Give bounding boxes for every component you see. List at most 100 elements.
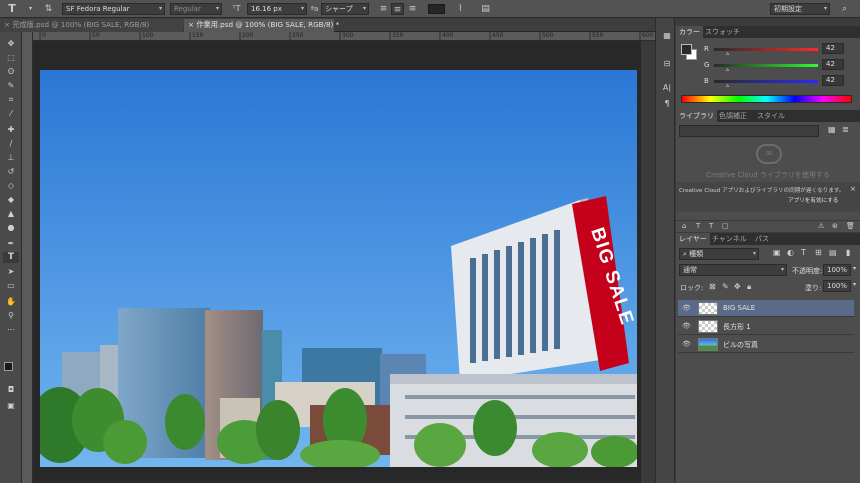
paragraph-panel-icon[interactable]: ¶ — [659, 98, 675, 109]
library-graphic-icon[interactable]: ▢ — [722, 222, 729, 230]
lock-transparency-icon[interactable]: ⊠ — [709, 282, 716, 291]
rectangle-tool-icon[interactable]: ▭ — [3, 280, 19, 291]
font-family-dropdown[interactable]: SF Fedora Regular ▾ — [62, 3, 165, 15]
character-panel-icon[interactable]: ▤ — [479, 3, 492, 15]
value-g[interactable]: 42 — [822, 59, 844, 70]
document-canvas[interactable]: BIG SALE — [40, 70, 637, 467]
lasso-tool-icon[interactable]: ʘ — [3, 66, 19, 77]
tab-color[interactable]: カラー — [676, 26, 703, 38]
grid-view-icon[interactable]: ▦ — [828, 125, 836, 134]
slider-thumb-icon[interactable]: ▵ — [726, 66, 729, 73]
sync-icon[interactable]: ⊛ — [832, 222, 838, 230]
value-b[interactable]: 42 — [822, 75, 844, 86]
foreground-color-swatch[interactable] — [681, 44, 692, 55]
move-tool-icon[interactable]: ✥ — [3, 38, 19, 49]
tab-adjustments[interactable]: 色調補正 — [716, 110, 750, 122]
clone-stamp-tool-icon[interactable]: ⊥ — [3, 152, 19, 163]
history-panel-icon[interactable]: ▦ — [659, 30, 675, 41]
pen-tool-icon[interactable]: ✒ — [3, 238, 19, 249]
vertical-scrollbar[interactable] — [641, 41, 655, 483]
workspace-dropdown[interactable]: 初期設定 ▾ — [770, 3, 830, 15]
visibility-eye-icon[interactable]: 👁︎ — [682, 340, 691, 349]
library-text-icon[interactable]: T — [696, 222, 700, 230]
healing-brush-tool-icon[interactable]: ✚ — [3, 124, 19, 135]
fill-field[interactable]: 100% — [823, 280, 851, 292]
antialias-dropdown[interactable]: シャープ ▾ — [321, 3, 369, 15]
tab-layers[interactable]: レイヤー — [676, 233, 710, 245]
marquee-tool-icon[interactable]: ⬚ — [3, 52, 19, 63]
slider-b[interactable] — [714, 80, 818, 83]
dodge-tool-icon[interactable]: ● — [3, 222, 19, 233]
eraser-tool-icon[interactable]: ◇ — [3, 180, 19, 191]
zoom-tool-icon[interactable]: ⚲ — [3, 310, 19, 321]
tab-paths[interactable]: パス — [752, 233, 772, 245]
canvas-area[interactable]: BIG SALE — [33, 41, 641, 483]
library-dropdown[interactable] — [679, 125, 819, 137]
filter-toggle-icon[interactable]: ▮ — [846, 248, 850, 257]
tab-close-icon[interactable]: × — [188, 20, 194, 29]
color-spectrum-bar[interactable] — [681, 95, 852, 103]
properties-panel-icon[interactable]: ⊟ — [659, 58, 675, 69]
warp-text-icon[interactable]: ⌇ — [454, 3, 467, 15]
lock-pixels-icon[interactable]: ✎ — [722, 282, 729, 291]
lock-all-icon[interactable]: 🔒︎ — [747, 282, 751, 292]
layer-name[interactable]: ビルの写真 — [723, 340, 758, 350]
crop-tool-icon[interactable]: ⌗ — [3, 94, 19, 105]
text-color-swatch[interactable] — [428, 4, 445, 14]
filter-smartobject-icon[interactable]: ▤ — [829, 248, 837, 257]
font-style-dropdown[interactable]: Regular ▾ — [170, 3, 222, 15]
tab-document-final[interactable]: × 完成版.psd @ 100% (BIG SALE, RGB/8) — [0, 19, 183, 32]
foreground-color-swatch[interactable] — [4, 362, 13, 371]
type-tool-icon[interactable]: T — [3, 252, 19, 263]
layer-row-big-sale[interactable]: 👁︎ BIG SALE — [678, 300, 854, 317]
layer-filter-dropdown[interactable]: ⌕ 種類 ▾ — [679, 248, 759, 260]
trash-icon[interactable]: 🗑 — [846, 222, 855, 230]
extra-tools-icon[interactable]: ⋯ — [3, 324, 19, 335]
brush-tool-icon[interactable]: / — [3, 138, 19, 149]
slider-thumb-icon[interactable]: ▵ — [726, 82, 729, 89]
filter-adjustment-icon[interactable]: ◐ — [787, 248, 794, 257]
slider-thumb-icon[interactable]: ▵ — [726, 50, 729, 57]
layer-row-building-photo[interactable]: 👁︎ ビルの写真 — [678, 336, 854, 353]
filter-type-icon[interactable]: T — [801, 248, 806, 257]
visibility-eye-icon[interactable]: 👁︎ — [682, 322, 691, 331]
opacity-field[interactable]: 100% — [823, 264, 851, 276]
text-orientation-icon[interactable]: ⇅ — [42, 3, 55, 15]
font-size-dropdown[interactable]: 16.16 px ▾ — [247, 3, 307, 15]
slider-r[interactable] — [714, 48, 818, 51]
path-selection-tool-icon[interactable]: ➤ — [3, 266, 19, 277]
filter-shape-icon[interactable]: ⊞ — [815, 248, 822, 257]
blur-tool-icon[interactable]: ▲ — [3, 208, 19, 219]
tab-styles[interactable]: スタイル — [754, 110, 788, 122]
tab-swatches[interactable]: スウォッチ — [702, 26, 743, 38]
visibility-eye-icon[interactable]: 👁︎ — [682, 304, 691, 313]
library-add-icon[interactable]: ⌂ — [682, 222, 686, 230]
filter-pixel-icon[interactable]: ▣ — [773, 248, 781, 257]
value-r[interactable]: 42 — [822, 43, 844, 54]
layer-row-rectangle[interactable]: 👁︎ 長方形 1 — [678, 318, 854, 335]
tab-close-icon[interactable]: × — [4, 20, 10, 29]
align-right-icon[interactable]: ≡ — [406, 3, 419, 15]
type-tool-preset-icon[interactable]: T — [2, 3, 22, 15]
paint-bucket-tool-icon[interactable]: ◆ — [3, 194, 19, 205]
slider-g[interactable] — [714, 64, 818, 67]
history-brush-tool-icon[interactable]: ↺ — [3, 166, 19, 177]
enable-app-link[interactable]: アプリを有効にする — [788, 196, 838, 204]
hand-tool-icon[interactable]: ✋ — [3, 296, 19, 307]
search-icon[interactable]: ⌕ — [838, 3, 851, 15]
library-color-icon[interactable]: T — [709, 222, 713, 230]
quick-mask-icon[interactable]: ◘ — [3, 384, 19, 395]
character-panel-icon[interactable]: A| — [659, 82, 675, 93]
chevron-down-icon[interactable]: ▾ — [853, 281, 856, 288]
chevron-down-icon[interactable]: ▾ — [853, 265, 856, 272]
eyedropper-tool-icon[interactable]: ⁄ — [3, 108, 19, 119]
tab-document-working[interactable]: × 作業用.psd @ 100% (BIG SALE, RGB/8) * — [184, 19, 339, 32]
tab-libraries[interactable]: ライブラリ — [676, 110, 717, 122]
align-left-icon[interactable]: ≡ — [377, 3, 390, 15]
close-icon[interactable]: × — [850, 185, 856, 193]
align-center-icon[interactable]: ≡ — [391, 3, 404, 15]
screen-mode-icon[interactable]: ▣ — [3, 400, 19, 411]
preset-dropdown-icon[interactable]: ▾ — [24, 3, 37, 15]
blend-mode-dropdown[interactable]: 通常 ▾ — [679, 264, 787, 276]
layer-name[interactable]: 長方形 1 — [723, 322, 751, 332]
